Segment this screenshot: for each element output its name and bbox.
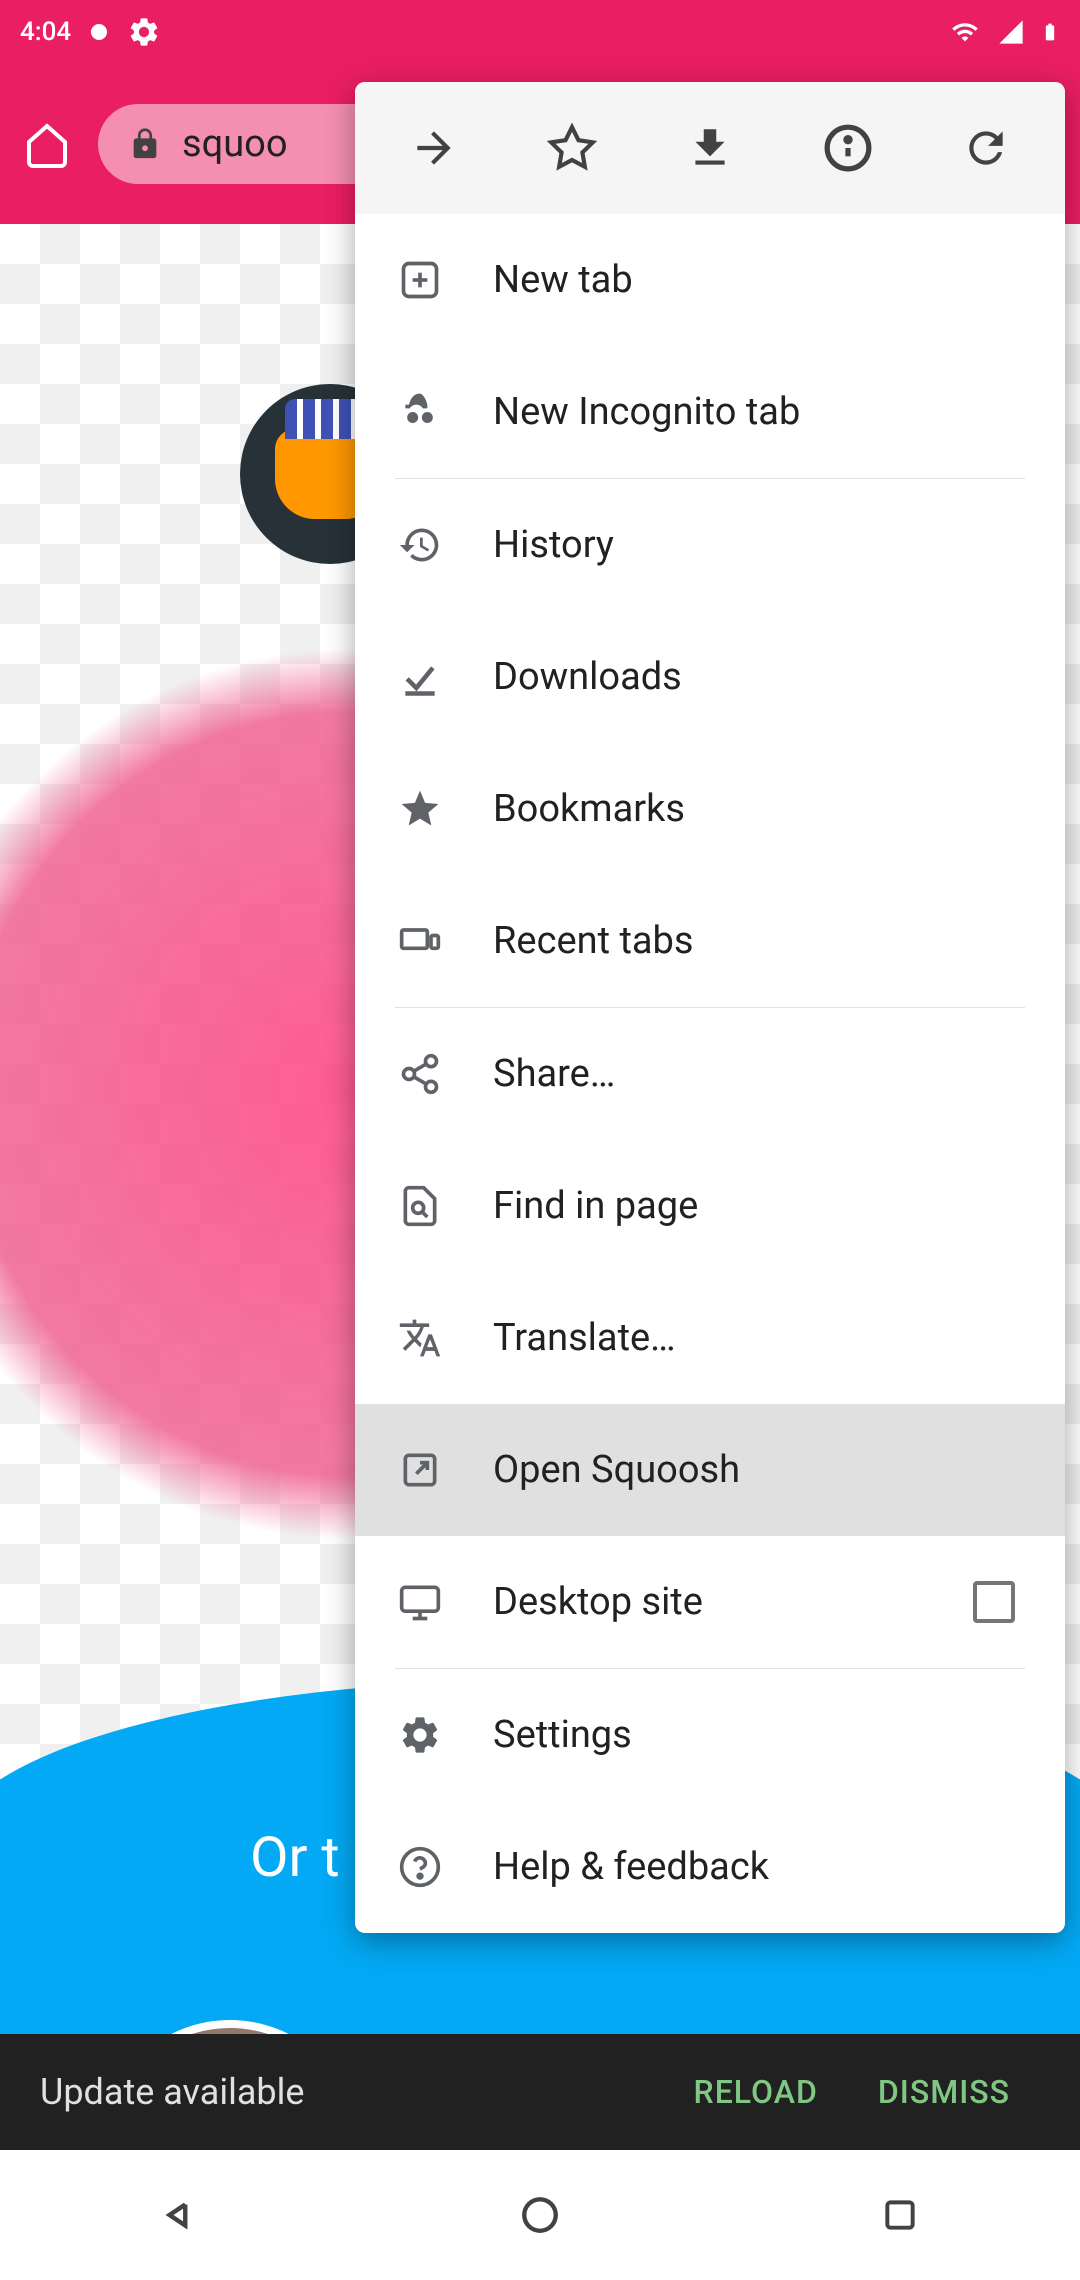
- settings-menu-item[interactable]: Settings: [355, 1669, 1065, 1801]
- open-app-menu-item[interactable]: Open Squoosh: [355, 1404, 1065, 1536]
- snackbar-text: Update available: [40, 2071, 664, 2113]
- settings-notification-icon: [127, 15, 161, 49]
- battery-icon: [1040, 16, 1060, 48]
- desktop-site-menu-item[interactable]: Desktop site: [355, 1536, 1065, 1668]
- bookmark-star-button[interactable]: [522, 98, 622, 198]
- snackbar-reload-button[interactable]: RELOAD: [664, 2053, 848, 2131]
- translate-icon: [395, 1313, 445, 1363]
- or-try-text: Or t: [250, 1824, 340, 1890]
- incognito-icon: [395, 387, 445, 437]
- update-snackbar: Update available RELOAD DISMISS: [0, 2034, 1080, 2150]
- recent-tabs-icon: [395, 916, 445, 966]
- settings-gear-icon: [395, 1710, 445, 1760]
- menu-item-label: Recent tabs: [493, 919, 1025, 963]
- url-text: squoo: [182, 122, 288, 166]
- notification-dot-icon: [89, 22, 109, 42]
- page-info-button[interactable]: [798, 98, 898, 198]
- menu-item-label: New tab: [493, 258, 1025, 302]
- nav-overview-button[interactable]: [850, 2175, 950, 2255]
- nav-home-button[interactable]: [490, 2175, 590, 2255]
- menu-item-label: Bookmarks: [493, 787, 1025, 831]
- home-button[interactable]: [20, 117, 74, 171]
- menu-item-label: New Incognito tab: [493, 390, 1025, 434]
- download-page-button[interactable]: [660, 98, 760, 198]
- downloads-icon: [395, 652, 445, 702]
- find-in-page-icon: [395, 1181, 445, 1231]
- desktop-icon: [395, 1577, 445, 1627]
- open-app-icon: [395, 1445, 445, 1495]
- recent-tabs-menu-item[interactable]: Recent tabs: [355, 875, 1065, 1007]
- wifi-icon: [948, 18, 982, 46]
- help-feedback-menu-item[interactable]: Help & feedback: [355, 1801, 1065, 1933]
- menu-item-label: Desktop site: [493, 1580, 925, 1624]
- new-tab-icon: [395, 255, 445, 305]
- help-icon: [395, 1842, 445, 1892]
- menu-item-label: History: [493, 523, 1025, 567]
- share-menu-item[interactable]: Share…: [355, 1008, 1065, 1140]
- android-status-bar: 4:04: [0, 0, 1080, 64]
- menu-item-label: Translate…: [493, 1316, 1025, 1360]
- forward-button[interactable]: [384, 98, 484, 198]
- menu-icon-row: [355, 82, 1065, 214]
- menu-item-label: Find in page: [493, 1184, 1025, 1228]
- status-time: 4:04: [20, 17, 71, 47]
- history-menu-item[interactable]: History: [355, 479, 1065, 611]
- android-nav-bar: [0, 2150, 1080, 2280]
- nav-back-button[interactable]: [130, 2175, 230, 2255]
- snackbar-dismiss-button[interactable]: DISMISS: [848, 2053, 1040, 2131]
- share-icon: [395, 1049, 445, 1099]
- desktop-site-checkbox[interactable]: [973, 1581, 1015, 1623]
- history-icon: [395, 520, 445, 570]
- menu-item-label: Share…: [493, 1052, 1025, 1096]
- new-incognito-tab-menu-item[interactable]: New Incognito tab: [355, 346, 1065, 478]
- signal-icon: [996, 18, 1026, 46]
- menu-item-label: Open Squoosh: [493, 1448, 1025, 1492]
- bookmarks-star-icon: [395, 784, 445, 834]
- bookmarks-menu-item[interactable]: Bookmarks: [355, 743, 1065, 875]
- lock-icon: [128, 127, 162, 161]
- find-in-page-menu-item[interactable]: Find in page: [355, 1140, 1065, 1272]
- menu-item-label: Help & feedback: [493, 1845, 1025, 1889]
- menu-item-label: Downloads: [493, 655, 1025, 699]
- browser-overflow-menu: New tab New Incognito tab History Downlo…: [355, 82, 1065, 1933]
- downloads-menu-item[interactable]: Downloads: [355, 611, 1065, 743]
- menu-item-label: Settings: [493, 1713, 1025, 1757]
- new-tab-menu-item[interactable]: New tab: [355, 214, 1065, 346]
- reload-button[interactable]: [936, 98, 1036, 198]
- translate-menu-item[interactable]: Translate…: [355, 1272, 1065, 1404]
